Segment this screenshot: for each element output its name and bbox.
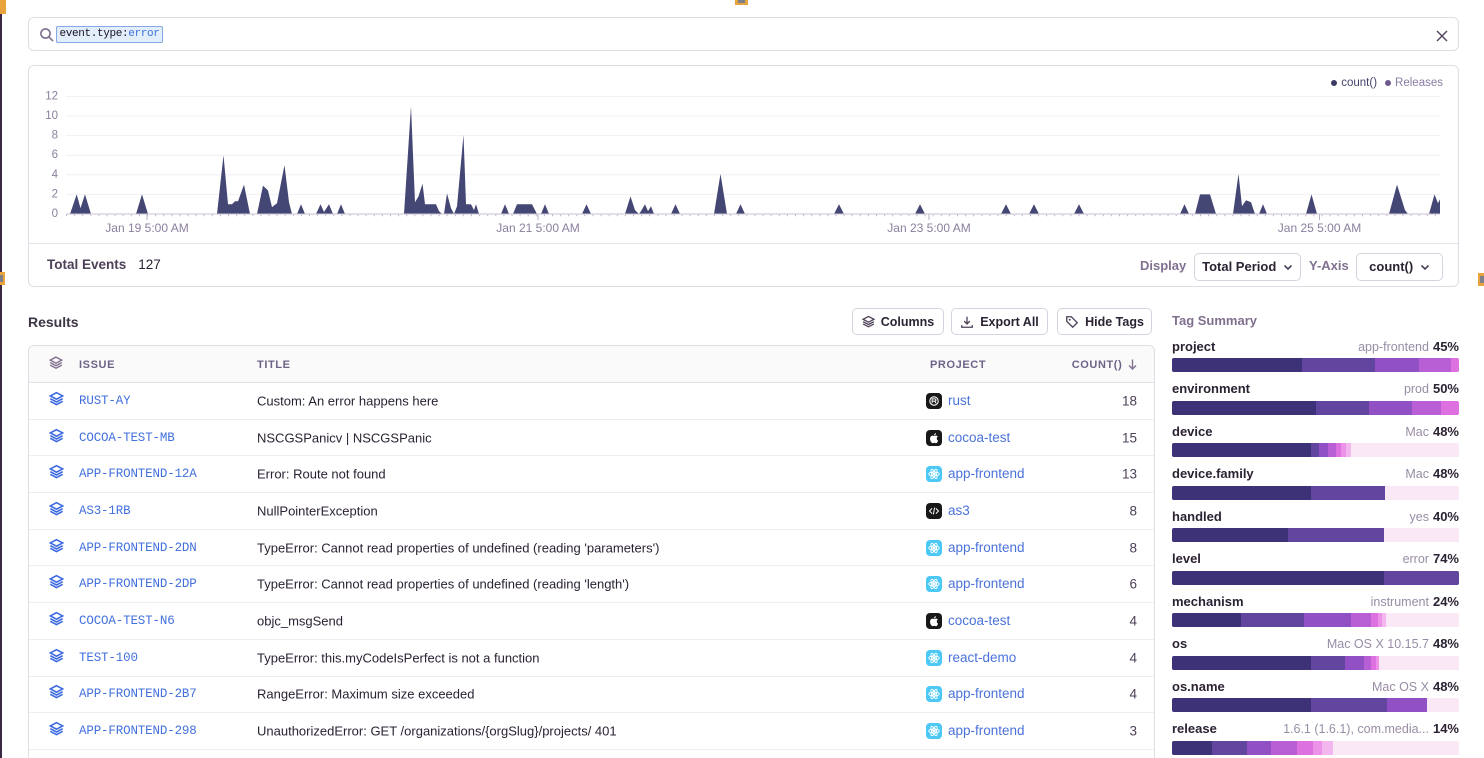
svg-text:12: 12: [45, 90, 58, 102]
svg-text:4: 4: [52, 169, 59, 181]
svg-text:10: 10: [45, 110, 58, 122]
svg-text:Jan 21 5:00 AM: Jan 21 5:00 AM: [496, 221, 579, 235]
svg-text:6: 6: [52, 149, 58, 161]
svg-text:Jan 23 5:00 AM: Jan 23 5:00 AM: [887, 221, 970, 235]
svg-text:2: 2: [52, 188, 58, 200]
svg-text:Jan 19 5:00 AM: Jan 19 5:00 AM: [105, 221, 188, 235]
svg-text:Jan 25 5:00 AM: Jan 25 5:00 AM: [1278, 221, 1361, 235]
svg-text:0: 0: [52, 208, 58, 220]
svg-text:8: 8: [52, 130, 58, 142]
